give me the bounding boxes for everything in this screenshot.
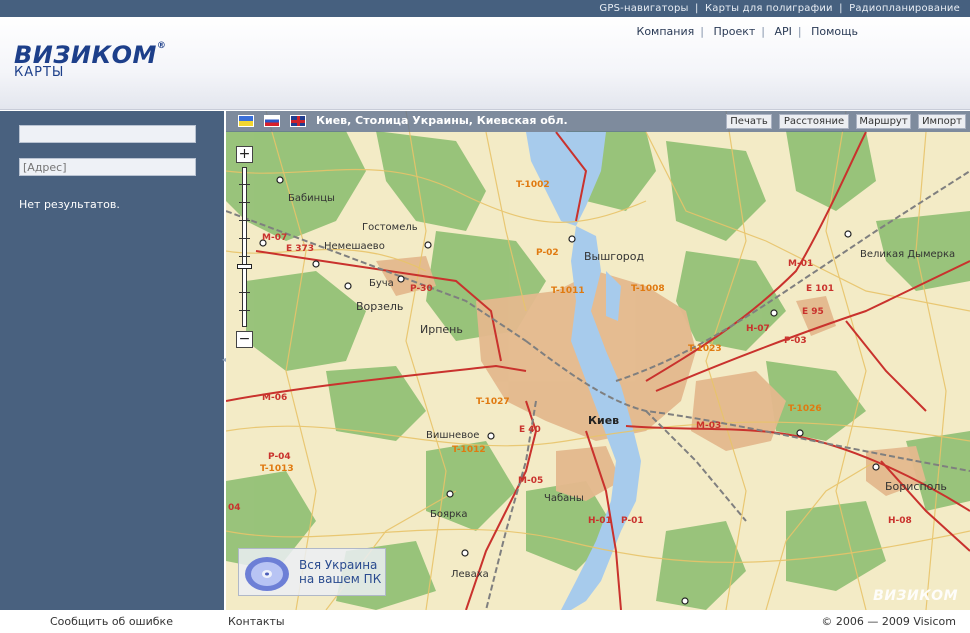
road-label: T-1008: [631, 284, 665, 294]
road-label: T-1027: [476, 397, 510, 407]
road-label: T-1013: [260, 464, 294, 474]
road-label: H-01: [588, 516, 612, 526]
ukrainian-language-flag-icon[interactable]: [238, 115, 254, 127]
road-label: T-1012: [452, 445, 486, 455]
road-label: P-30: [410, 284, 433, 294]
city-vorzel: Ворзель: [356, 300, 403, 313]
print-button[interactable]: Печать: [726, 114, 772, 129]
road-label: P-01: [621, 516, 644, 526]
header: ВИЗИКОМ® КАРТЫ Компания | Проект | API | По…: [0, 17, 970, 110]
road-label: H-08: [888, 516, 912, 526]
no-results-text: Нет результатов.: [19, 198, 120, 211]
zoom-slider-handle[interactable]: [237, 264, 252, 269]
footer: Сообщить об ошибке Контакты © 2006 — 200…: [0, 611, 970, 633]
promo-line-2: на вашем ПК: [299, 572, 382, 586]
map-watermark-logo: ВИЗИКОМ: [873, 588, 958, 604]
road-label: T-1011: [551, 286, 585, 296]
city-vishnevoe: Вишневое: [426, 430, 479, 441]
top-links-bar: GPS-навигаторы | Карты для полиграфии | …: [0, 0, 970, 17]
report-error-link[interactable]: Сообщить об ошибке: [50, 615, 173, 628]
city-babintsy: Бабинцы: [288, 193, 335, 204]
map-view[interactable]: Киев Вышгород Ирпень Ворзель Буча Гостом…: [226, 111, 970, 610]
main-nav: Компания | Проект | API | Помощь: [636, 25, 858, 38]
import-button[interactable]: Импорт: [918, 114, 966, 129]
search-input[interactable]: [19, 125, 196, 143]
city-vyshgorod: Вышгород: [584, 250, 645, 263]
route-button[interactable]: Маршрут: [856, 114, 911, 129]
city-irpin: Ирпень: [420, 323, 463, 336]
radio-planning-link[interactable]: Радиопланирование: [849, 3, 960, 14]
visicom-logo[interactable]: ВИЗИКОМ® КАРТЫ: [14, 41, 166, 80]
address-input[interactable]: [19, 158, 196, 176]
city-kyiv: Киев: [588, 414, 619, 427]
print-maps-link[interactable]: Карты для полиграфии: [705, 3, 833, 14]
road-label: P-02: [536, 248, 559, 258]
city-velikaya-dymerka: Великая Дымерка: [860, 249, 955, 260]
city-nemeshaevo: Немешаево: [324, 241, 385, 252]
map-canvas: Киев Вышгород Ирпень Ворзель Буча Гостом…: [226, 111, 970, 610]
road-label: E 101: [806, 284, 834, 294]
city-levaha: Леваха: [451, 569, 489, 580]
city-boyarka: Боярка: [430, 509, 468, 520]
road-label: M-07: [262, 233, 287, 243]
map-toolbar: Киев, Столица Украины, Киевская обл. Печ…: [226, 111, 970, 132]
road-label: T-1023: [688, 344, 722, 354]
nav-help[interactable]: Помощь: [811, 25, 858, 38]
english-language-flag-icon[interactable]: [290, 115, 306, 127]
gps-navigators-link[interactable]: GPS-навигаторы: [599, 3, 688, 14]
city-bucha: Буча: [369, 278, 394, 289]
city-borispol: Борисполь: [885, 480, 947, 493]
road-label: M-05: [518, 476, 543, 486]
search-sidebar: Нет результатов.: [0, 111, 224, 610]
road-label: M-06: [262, 393, 287, 403]
promo-banner[interactable]: Вся Украина на вашем ПК: [238, 548, 386, 596]
nav-api[interactable]: API: [775, 25, 792, 38]
cd-disc-icon: [245, 557, 289, 591]
road-label: P-03: [784, 336, 807, 346]
zoom-out-button[interactable]: −: [236, 331, 253, 348]
road-label: H-07: [746, 324, 770, 334]
road-label: E 373: [286, 244, 314, 254]
copyright-text: © 2006 — 2009 Visicom: [821, 615, 956, 628]
promo-line-1: Вся Украина: [299, 558, 378, 572]
road-label: M-03: [696, 421, 721, 431]
road-label: M-01: [788, 259, 813, 269]
road-label: E 95: [802, 307, 824, 317]
current-location-text: Киев, Столица Украины, Киевская обл.: [316, 114, 568, 127]
road-label: T-1026: [788, 404, 822, 414]
city-chabany: Чабаны: [544, 493, 584, 504]
road-label: 04: [228, 503, 241, 513]
nav-project[interactable]: Проект: [713, 25, 755, 38]
zoom-in-button[interactable]: +: [236, 146, 253, 163]
city-gostomel: Гостомель: [362, 222, 418, 233]
road-label: T-1002: [516, 180, 550, 190]
zoom-slider-track[interactable]: [242, 167, 247, 327]
road-label: E 40: [519, 425, 541, 435]
distance-button[interactable]: Расстояние: [779, 114, 849, 129]
nav-company[interactable]: Компания: [637, 25, 695, 38]
contacts-link[interactable]: Контакты: [228, 615, 285, 628]
road-label: P-04: [268, 452, 291, 462]
russian-language-flag-icon[interactable]: [264, 115, 280, 127]
